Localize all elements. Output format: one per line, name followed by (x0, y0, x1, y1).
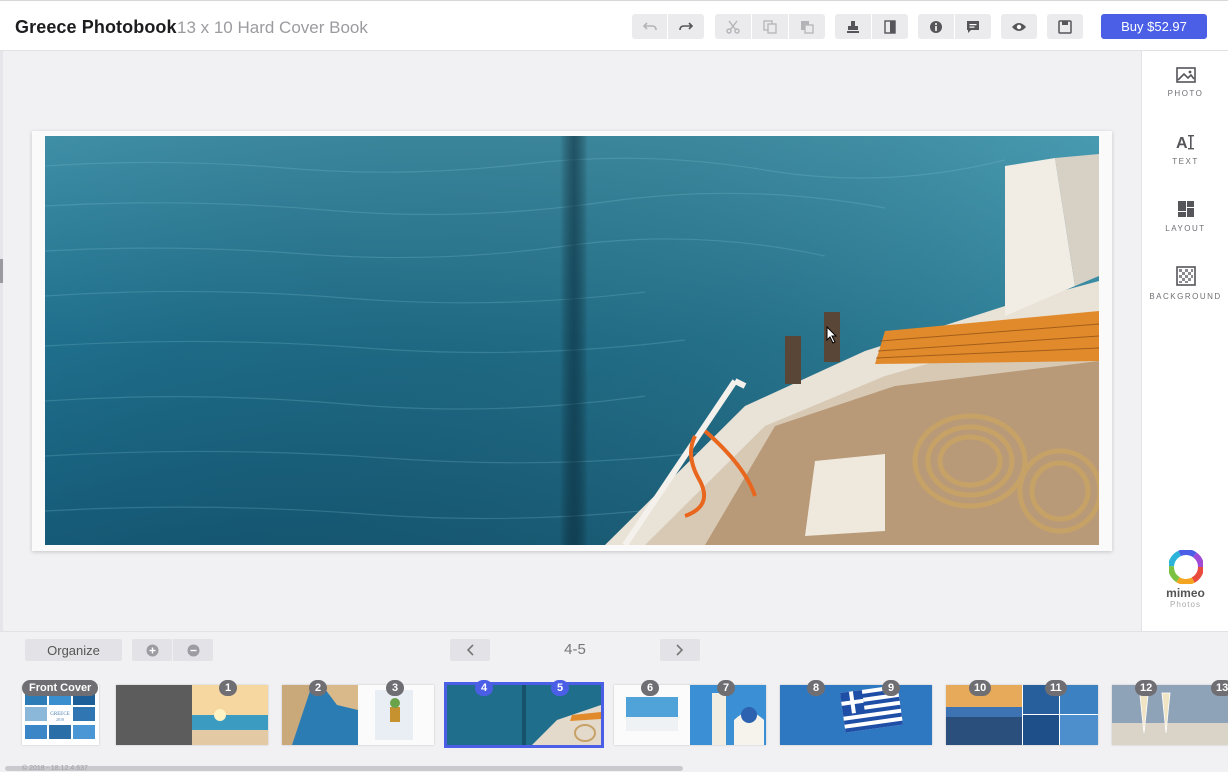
redo-icon (679, 21, 693, 30)
brand-sub: Photos (1170, 600, 1201, 609)
thumbnail-image-12-13 (1112, 685, 1228, 745)
front-cover-badge: Front Cover (22, 680, 99, 696)
chevron-right-icon (676, 644, 684, 656)
page-badge-6: 6 (641, 680, 659, 696)
selected-spread-highlight (444, 682, 604, 748)
buy-button[interactable]: Buy $52.97 (1101, 14, 1207, 39)
top-header: Greece Photobook 13 x 10 Hard Cover Book (0, 0, 1228, 51)
page-indicator: 4-5 (564, 641, 586, 658)
minus-circle-icon (187, 644, 199, 656)
background-tool-label: BACKGROUND (1149, 292, 1222, 301)
preview-button[interactable] (1001, 14, 1037, 39)
page-badge-7: 7 (717, 680, 735, 696)
thumbnail-image-8-9 (780, 685, 932, 745)
page-badge-9: 9 (882, 680, 900, 696)
page-badge-1: 1 (219, 680, 237, 696)
paste-icon (801, 20, 814, 34)
undo-button[interactable] (632, 14, 667, 39)
save-icon (1058, 19, 1072, 34)
plus-circle-icon (146, 644, 158, 656)
organize-button[interactable]: Organize (25, 639, 122, 661)
thumbnail-strip: Front Cover GREECE 2018 1 2 3 4 5 6 7 8 … (0, 667, 1228, 772)
background-icon (1175, 266, 1196, 286)
apply-style-button[interactable] (835, 14, 871, 39)
photo-tool[interactable]: PHOTO (1142, 67, 1228, 98)
photo-icon (1175, 67, 1196, 83)
layout-tool-label: LAYOUT (1165, 224, 1206, 233)
save-button[interactable] (1047, 14, 1083, 39)
thumbnail-image-2-3 (282, 685, 434, 745)
copy-icon (763, 19, 777, 34)
spine-button[interactable] (872, 14, 908, 39)
brand-logo: mimeo Photos (1142, 550, 1228, 609)
text-icon: A (1176, 135, 1194, 151)
text-tool[interactable]: A TEXT (1142, 133, 1228, 166)
info-group (918, 14, 991, 39)
thumbnail-pages-6-7[interactable] (614, 685, 766, 745)
page-badge-12: 12 (1135, 680, 1158, 696)
copy-button[interactable] (752, 14, 788, 39)
page-badge-2: 2 (309, 680, 327, 696)
page-badge-13: 13 (1211, 680, 1228, 696)
paste-button[interactable] (789, 14, 825, 39)
thumbnail-image-1 (116, 685, 268, 745)
brand-name: mimeo (1166, 586, 1205, 600)
text-tool-label: TEXT (1172, 157, 1199, 166)
next-page-button[interactable] (660, 639, 700, 661)
comment-icon (967, 20, 979, 33)
thumbnail-pages-2-3[interactable] (282, 685, 434, 745)
clipboard-group (715, 14, 825, 39)
cut-button[interactable] (715, 14, 751, 39)
photo-tool-label: PHOTO (1167, 89, 1204, 98)
page-badge-5: 5 (551, 680, 569, 696)
add-page-button[interactable] (132, 639, 172, 661)
mimeo-logo-icon (1168, 550, 1203, 584)
mouse-pointer-icon (826, 325, 838, 349)
thumbnail-pages-0-1[interactable] (116, 685, 268, 745)
boat-photo-image (45, 136, 1099, 545)
project-title: Greece Photobook (15, 17, 177, 37)
background-tool[interactable]: BACKGROUND (1142, 266, 1228, 301)
design-group (835, 14, 908, 39)
svg-text:A: A (1176, 135, 1188, 151)
chevron-left-icon (466, 644, 474, 656)
svg-text:2018: 2018 (56, 717, 64, 722)
previous-page-button[interactable] (450, 639, 490, 661)
page-badge-8: 8 (807, 680, 825, 696)
remove-page-button[interactable] (173, 639, 213, 661)
spine-icon (884, 19, 896, 34)
tools-sidebar: PHOTO A TEXT LAYOUT BACKGROUND mimeo Pho… (1141, 51, 1228, 631)
product-subtitle: 13 x 10 Hard Cover Book (177, 18, 368, 37)
page-badge-4: 4 (475, 680, 493, 696)
preview-icon (1012, 22, 1026, 31)
cut-icon (726, 20, 740, 34)
page-badge-10: 10 (969, 680, 992, 696)
thumbnail-pages-12-13[interactable] (1112, 685, 1228, 745)
version-footer: © 2018 - 18.12.4.637 (22, 765, 88, 772)
undo-icon (642, 21, 657, 30)
undo-redo-group (632, 14, 704, 39)
redo-button[interactable] (668, 14, 704, 39)
page-nav-bar: Organize 4-5 (0, 631, 1228, 667)
stamp-icon (847, 20, 859, 33)
thumbnail-image-10-11 (946, 685, 1098, 745)
thumbnail-pages-10-11[interactable] (946, 685, 1098, 745)
thumbnail-image-6-7 (614, 685, 766, 745)
layout-tool[interactable]: LAYOUT (1142, 200, 1228, 233)
info-button[interactable] (918, 14, 954, 39)
horizontal-scrollbar[interactable] (5, 766, 683, 771)
page-spread (32, 131, 1112, 551)
page-badge-3: 3 (386, 680, 404, 696)
thumbnail-pages-8-9[interactable] (780, 685, 932, 745)
spread-photo[interactable] (45, 136, 1099, 545)
comment-button[interactable] (955, 14, 991, 39)
layout-icon (1177, 201, 1194, 217)
page-badge-11: 11 (1045, 680, 1067, 696)
info-icon (930, 20, 942, 33)
